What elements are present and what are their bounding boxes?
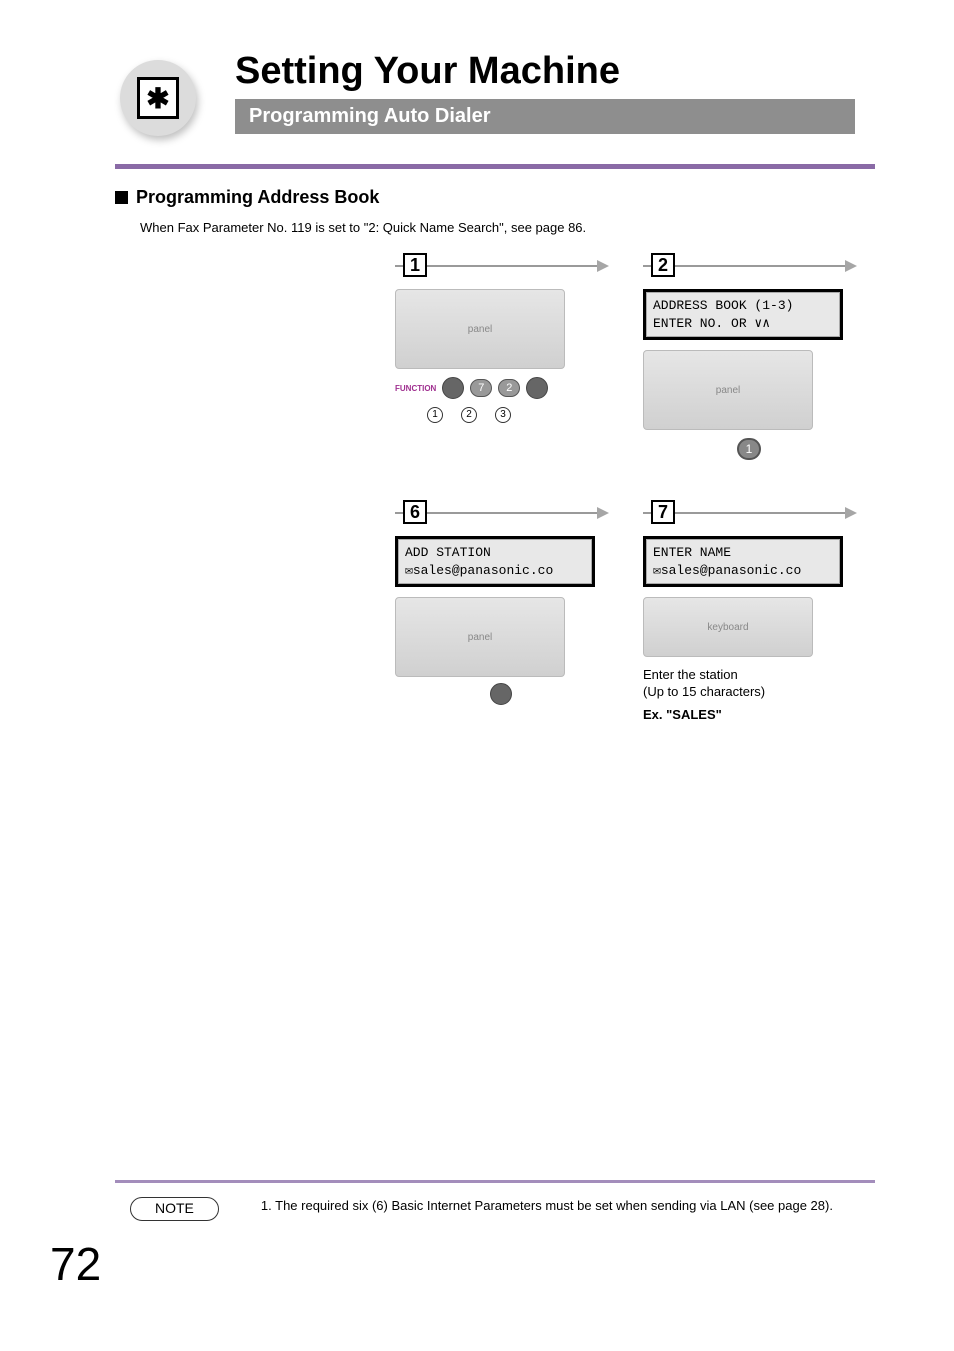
step-number: 6 [403, 500, 427, 524]
page-title: Setting Your Machine [235, 50, 954, 93]
divider [115, 164, 875, 169]
section-heading: Programming Address Book [136, 187, 379, 208]
function-key-row: FUNCTION 7 2 [395, 377, 607, 399]
divider-thin [115, 1180, 875, 1183]
intro-text: When Fax Parameter No. 119 is set to "2:… [140, 220, 954, 235]
lcd-line-1: ADD STATION [405, 544, 585, 562]
keyboard-illustration: keyboard [643, 597, 813, 657]
page-number: 72 [50, 1237, 101, 1291]
lcd-display: ADDRESS BOOK (1-3) ENTER NO. OR ∨∧ [643, 289, 843, 340]
lcd-line-1: ADDRESS BOOK (1-3) [653, 297, 833, 315]
lcd-display: ADD STATION ✉sales@panasonic.co [395, 536, 595, 587]
lcd-line-2: ✉sales@panasonic.co [405, 562, 585, 580]
steps-area: 1 panel FUNCTION 7 2 1 2 3 2 [395, 253, 875, 722]
circled-3-icon: 3 [495, 407, 511, 423]
circled-1-icon: 1 [427, 407, 443, 423]
keypad-7-icon: 7 [470, 379, 492, 397]
circled-2-icon: 2 [461, 407, 477, 423]
control-panel-illustration: panel [395, 289, 565, 369]
note-text: 1. The required six (6) Basic Internet P… [261, 1197, 870, 1221]
step-7: 7 ENTER NAME ✉sales@panasonic.co keyboar… [643, 500, 855, 722]
note-badge: NOTE [130, 1197, 219, 1221]
step-number: 7 [651, 500, 675, 524]
page-header: ✱ Setting Your Machine Programming Auto … [0, 0, 954, 134]
step-row: 1 panel FUNCTION 7 2 1 2 3 2 [395, 253, 875, 460]
note-list-number: 1. [261, 1198, 272, 1213]
lcd-display: ENTER NAME ✉sales@panasonic.co [643, 536, 843, 587]
step-6: 6 ADD STATION ✉sales@panasonic.co panel [395, 500, 607, 722]
lcd-line-2: ENTER NO. OR ∨∧ [653, 315, 833, 333]
step-caption-1: Enter the station [643, 667, 855, 682]
section-heading-row: Programming Address Book [115, 187, 954, 208]
circled-nums: 1 2 3 [427, 407, 607, 423]
page-subtitle: Programming Auto Dialer [235, 99, 855, 134]
note-section: NOTE 1. The required six (6) Basic Inter… [0, 1180, 954, 1221]
step-header: 7 [643, 500, 855, 526]
step-header: 6 [395, 500, 607, 526]
nav-button-icon [526, 377, 548, 399]
control-panel-illustration: panel [643, 350, 813, 430]
step-2: 2 ADDRESS BOOK (1-3) ENTER NO. OR ∨∧ pan… [643, 253, 855, 460]
step-example: Ex. "SALES" [643, 707, 855, 722]
step-number: 2 [651, 253, 675, 277]
keypad-1-icon: 1 [737, 438, 762, 460]
step-header: 1 [395, 253, 607, 279]
step-header: 2 [643, 253, 855, 279]
step-caption-2: (Up to 15 characters) [643, 684, 855, 699]
lcd-line-2: ✉sales@panasonic.co [653, 562, 833, 580]
note-body: The required six (6) Basic Internet Para… [275, 1198, 833, 1213]
function-label: FUNCTION [395, 384, 436, 393]
square-bullet-icon [115, 191, 128, 204]
title-block: Setting Your Machine Programming Auto Di… [235, 50, 954, 134]
nav-button-icon [490, 683, 512, 705]
step-row: 6 ADD STATION ✉sales@panasonic.co panel … [395, 500, 875, 722]
function-button-icon [442, 377, 464, 399]
note-area: NOTE 1. The required six (6) Basic Inter… [130, 1197, 870, 1221]
control-panel-illustration: panel [395, 597, 565, 677]
lcd-line-1: ENTER NAME [653, 544, 833, 562]
step-1: 1 panel FUNCTION 7 2 1 2 3 [395, 253, 607, 460]
asterisk-box-icon: ✱ [137, 77, 179, 119]
keypad-2-icon: 2 [498, 379, 520, 397]
section-icon-badge: ✱ [120, 60, 196, 136]
step-number: 1 [403, 253, 427, 277]
